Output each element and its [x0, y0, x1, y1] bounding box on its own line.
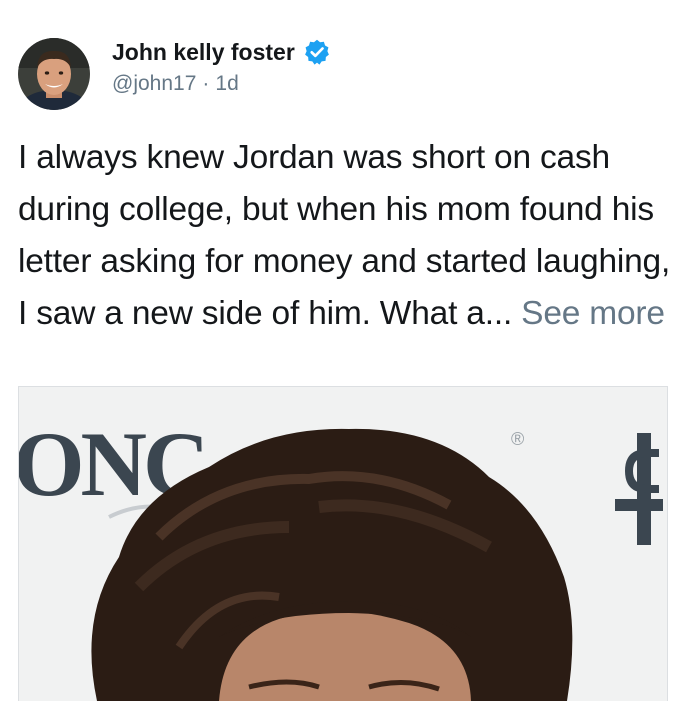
- see-more-link[interactable]: See more: [521, 295, 665, 332]
- tweet-meta: @john17 · 1d: [112, 72, 239, 96]
- author-display-name[interactable]: John kelly foster: [112, 39, 295, 66]
- tweet-timestamp[interactable]: 1d: [215, 72, 238, 96]
- author-handle[interactable]: @john17: [112, 72, 196, 96]
- tweet-media-image[interactable]: ONC ®: [18, 386, 668, 701]
- verified-badge-icon: [303, 38, 331, 66]
- author-avatar[interactable]: [18, 38, 90, 110]
- tweet-body: I always knew Jordan was short on cash d…: [18, 132, 683, 340]
- meta-separator: ·: [202, 72, 210, 95]
- author-name-row: John kelly foster: [112, 38, 331, 66]
- backdrop-registered-mark: ®: [511, 429, 524, 449]
